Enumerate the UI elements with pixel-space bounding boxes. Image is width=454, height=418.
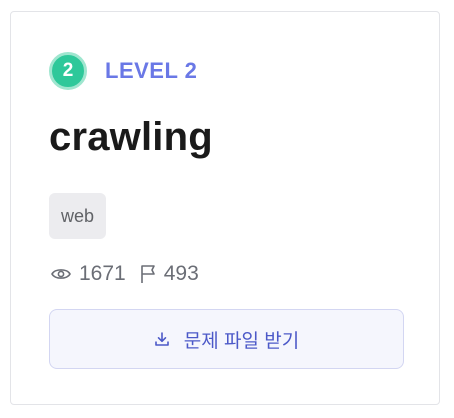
problem-card: 2 LEVEL 2 crawling web 1671 493 문제 파일 받기 — [10, 11, 440, 405]
category-tag[interactable]: web — [49, 193, 107, 239]
level-badge: 2 — [49, 52, 87, 90]
download-icon — [154, 331, 184, 347]
download-button-label: 문제 파일 받기 — [183, 330, 300, 352]
problem-stats: 1671 493 — [51, 262, 199, 286]
eye-icon — [51, 267, 71, 281]
flag-icon — [140, 264, 156, 284]
views-count: 1671 — [79, 262, 126, 285]
problem-title: crawling — [49, 115, 213, 159]
download-files-button[interactable]: 문제 파일 받기 — [49, 309, 404, 369]
solves-stat: 493 — [140, 262, 199, 286]
level-row: 2 LEVEL 2 — [49, 52, 197, 90]
views-stat: 1671 — [51, 262, 126, 286]
level-label: LEVEL 2 — [105, 58, 198, 83]
solves-count: 493 — [163, 262, 199, 285]
